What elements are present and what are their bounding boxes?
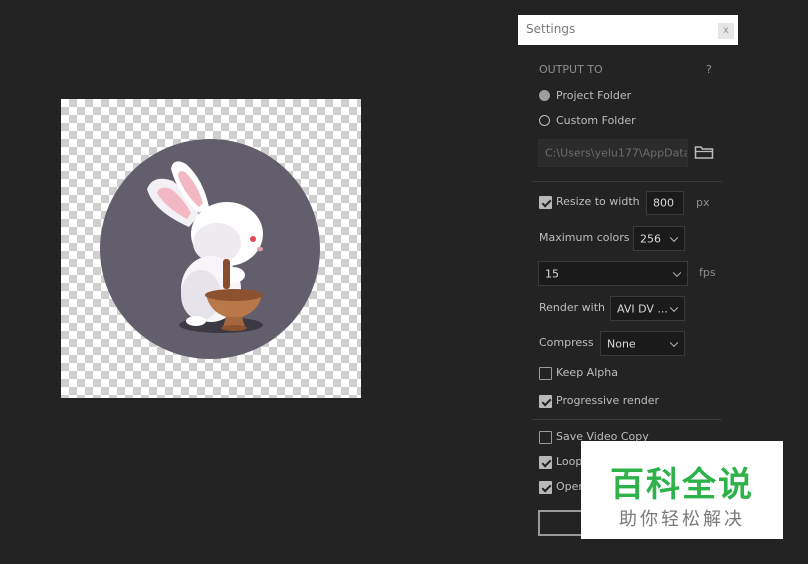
keep-alpha-label[interactable]: Keep Alpha [556, 366, 618, 379]
compress-select[interactable]: None [600, 331, 685, 356]
settings-title: Settings [526, 22, 576, 36]
fps-unit: fps [699, 266, 716, 279]
render-with-select[interactable]: AVI DV ... [610, 296, 685, 321]
custom-folder-radio[interactable] [539, 115, 550, 126]
loop-checkbox[interactable] [539, 456, 552, 469]
close-icon: x [723, 25, 729, 36]
resize-width-value: 800 [653, 196, 674, 210]
open-checkbox[interactable] [539, 481, 552, 494]
compress-value: None [607, 337, 636, 350]
divider [532, 181, 722, 182]
save-video-copy-checkbox[interactable] [539, 431, 552, 444]
watermark-subtitle: 助你轻松解决 [619, 509, 745, 530]
chevron-down-icon [669, 303, 679, 312]
resize-label: Resize to width [556, 195, 640, 208]
progressive-render-label[interactable]: Progressive render [556, 394, 659, 407]
divider [532, 419, 722, 420]
output-to-heading: OUTPUT TO [539, 63, 603, 76]
fps-select[interactable]: 15 [538, 261, 688, 286]
chevron-down-icon [669, 233, 679, 242]
max-colors-value: 256 [640, 232, 661, 245]
watermark-logo: 百科全说 助你轻松解决 [581, 441, 783, 539]
settings-titlebar: Settings x [518, 15, 738, 45]
render-with-label: Render with [539, 301, 605, 314]
max-colors-select[interactable]: 256 [633, 226, 685, 251]
resize-unit: px [696, 196, 710, 209]
close-button[interactable]: x [718, 23, 734, 39]
compress-label: Compress [539, 336, 594, 349]
chevron-down-icon [672, 268, 682, 277]
output-path-field[interactable]: C:\Users\yelu177\AppData\R [538, 139, 688, 167]
resize-checkbox[interactable] [539, 196, 552, 209]
progressive-render-checkbox[interactable] [539, 395, 552, 408]
keep-alpha-checkbox[interactable] [539, 367, 552, 380]
chevron-down-icon [669, 338, 679, 347]
max-colors-label: Maximum colors [539, 231, 630, 244]
render-with-value: AVI DV ... [617, 302, 668, 315]
preview-canvas [61, 99, 361, 398]
rabbit-illustration [100, 139, 320, 359]
output-path-text: C:\Users\yelu177\AppData\R [545, 146, 688, 160]
resize-width-input[interactable]: 800 [646, 191, 684, 215]
project-folder-label[interactable]: Project Folder [556, 89, 631, 102]
custom-folder-label[interactable]: Custom Folder [556, 114, 636, 127]
loop-label[interactable]: Loop [556, 455, 582, 468]
project-folder-radio[interactable] [539, 90, 550, 101]
watermark-title: 百科全说 [610, 465, 754, 505]
folder-icon[interactable] [694, 144, 714, 160]
help-icon[interactable]: ? [706, 63, 712, 76]
fps-value: 15 [545, 267, 559, 280]
